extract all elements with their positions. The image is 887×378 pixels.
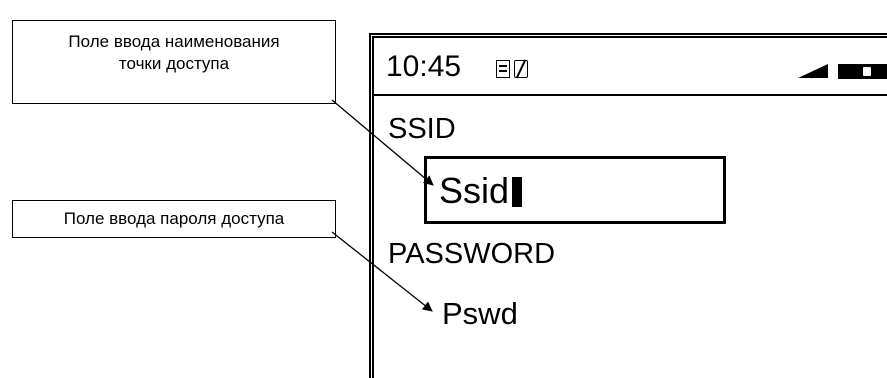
ssid-label: SSID [388,113,456,145]
ssid-field-callout: Поле ввода наименования точки доступа [12,20,336,104]
ssid-input-value[interactable]: Ssid [439,170,523,211]
ssid-input[interactable]: Ssid [424,156,726,224]
password-callout-text: Поле ввода пароля доступа [63,209,285,228]
status-bar: 10:45 [374,46,887,96]
ssid-callout-line1: Поле ввода наименования [68,32,280,51]
clock: 10:45 [386,50,462,83]
password-field-callout: Поле ввода пароля доступа [12,200,336,238]
battery-icon [838,64,887,79]
wifi-settings-icon [496,60,510,78]
password-input[interactable]: Pswd [442,296,518,332]
ssid-callout-line2: точки доступа [118,54,230,73]
ssid-text: Ssid [439,170,510,211]
text-cursor [512,177,523,207]
signal-strength-icon [798,64,828,78]
device-screen: 10:45 SSID Ssid PASSWORD Pswd [369,33,887,378]
edit-mode-icon [514,60,528,78]
password-label: PASSWORD [388,238,556,270]
